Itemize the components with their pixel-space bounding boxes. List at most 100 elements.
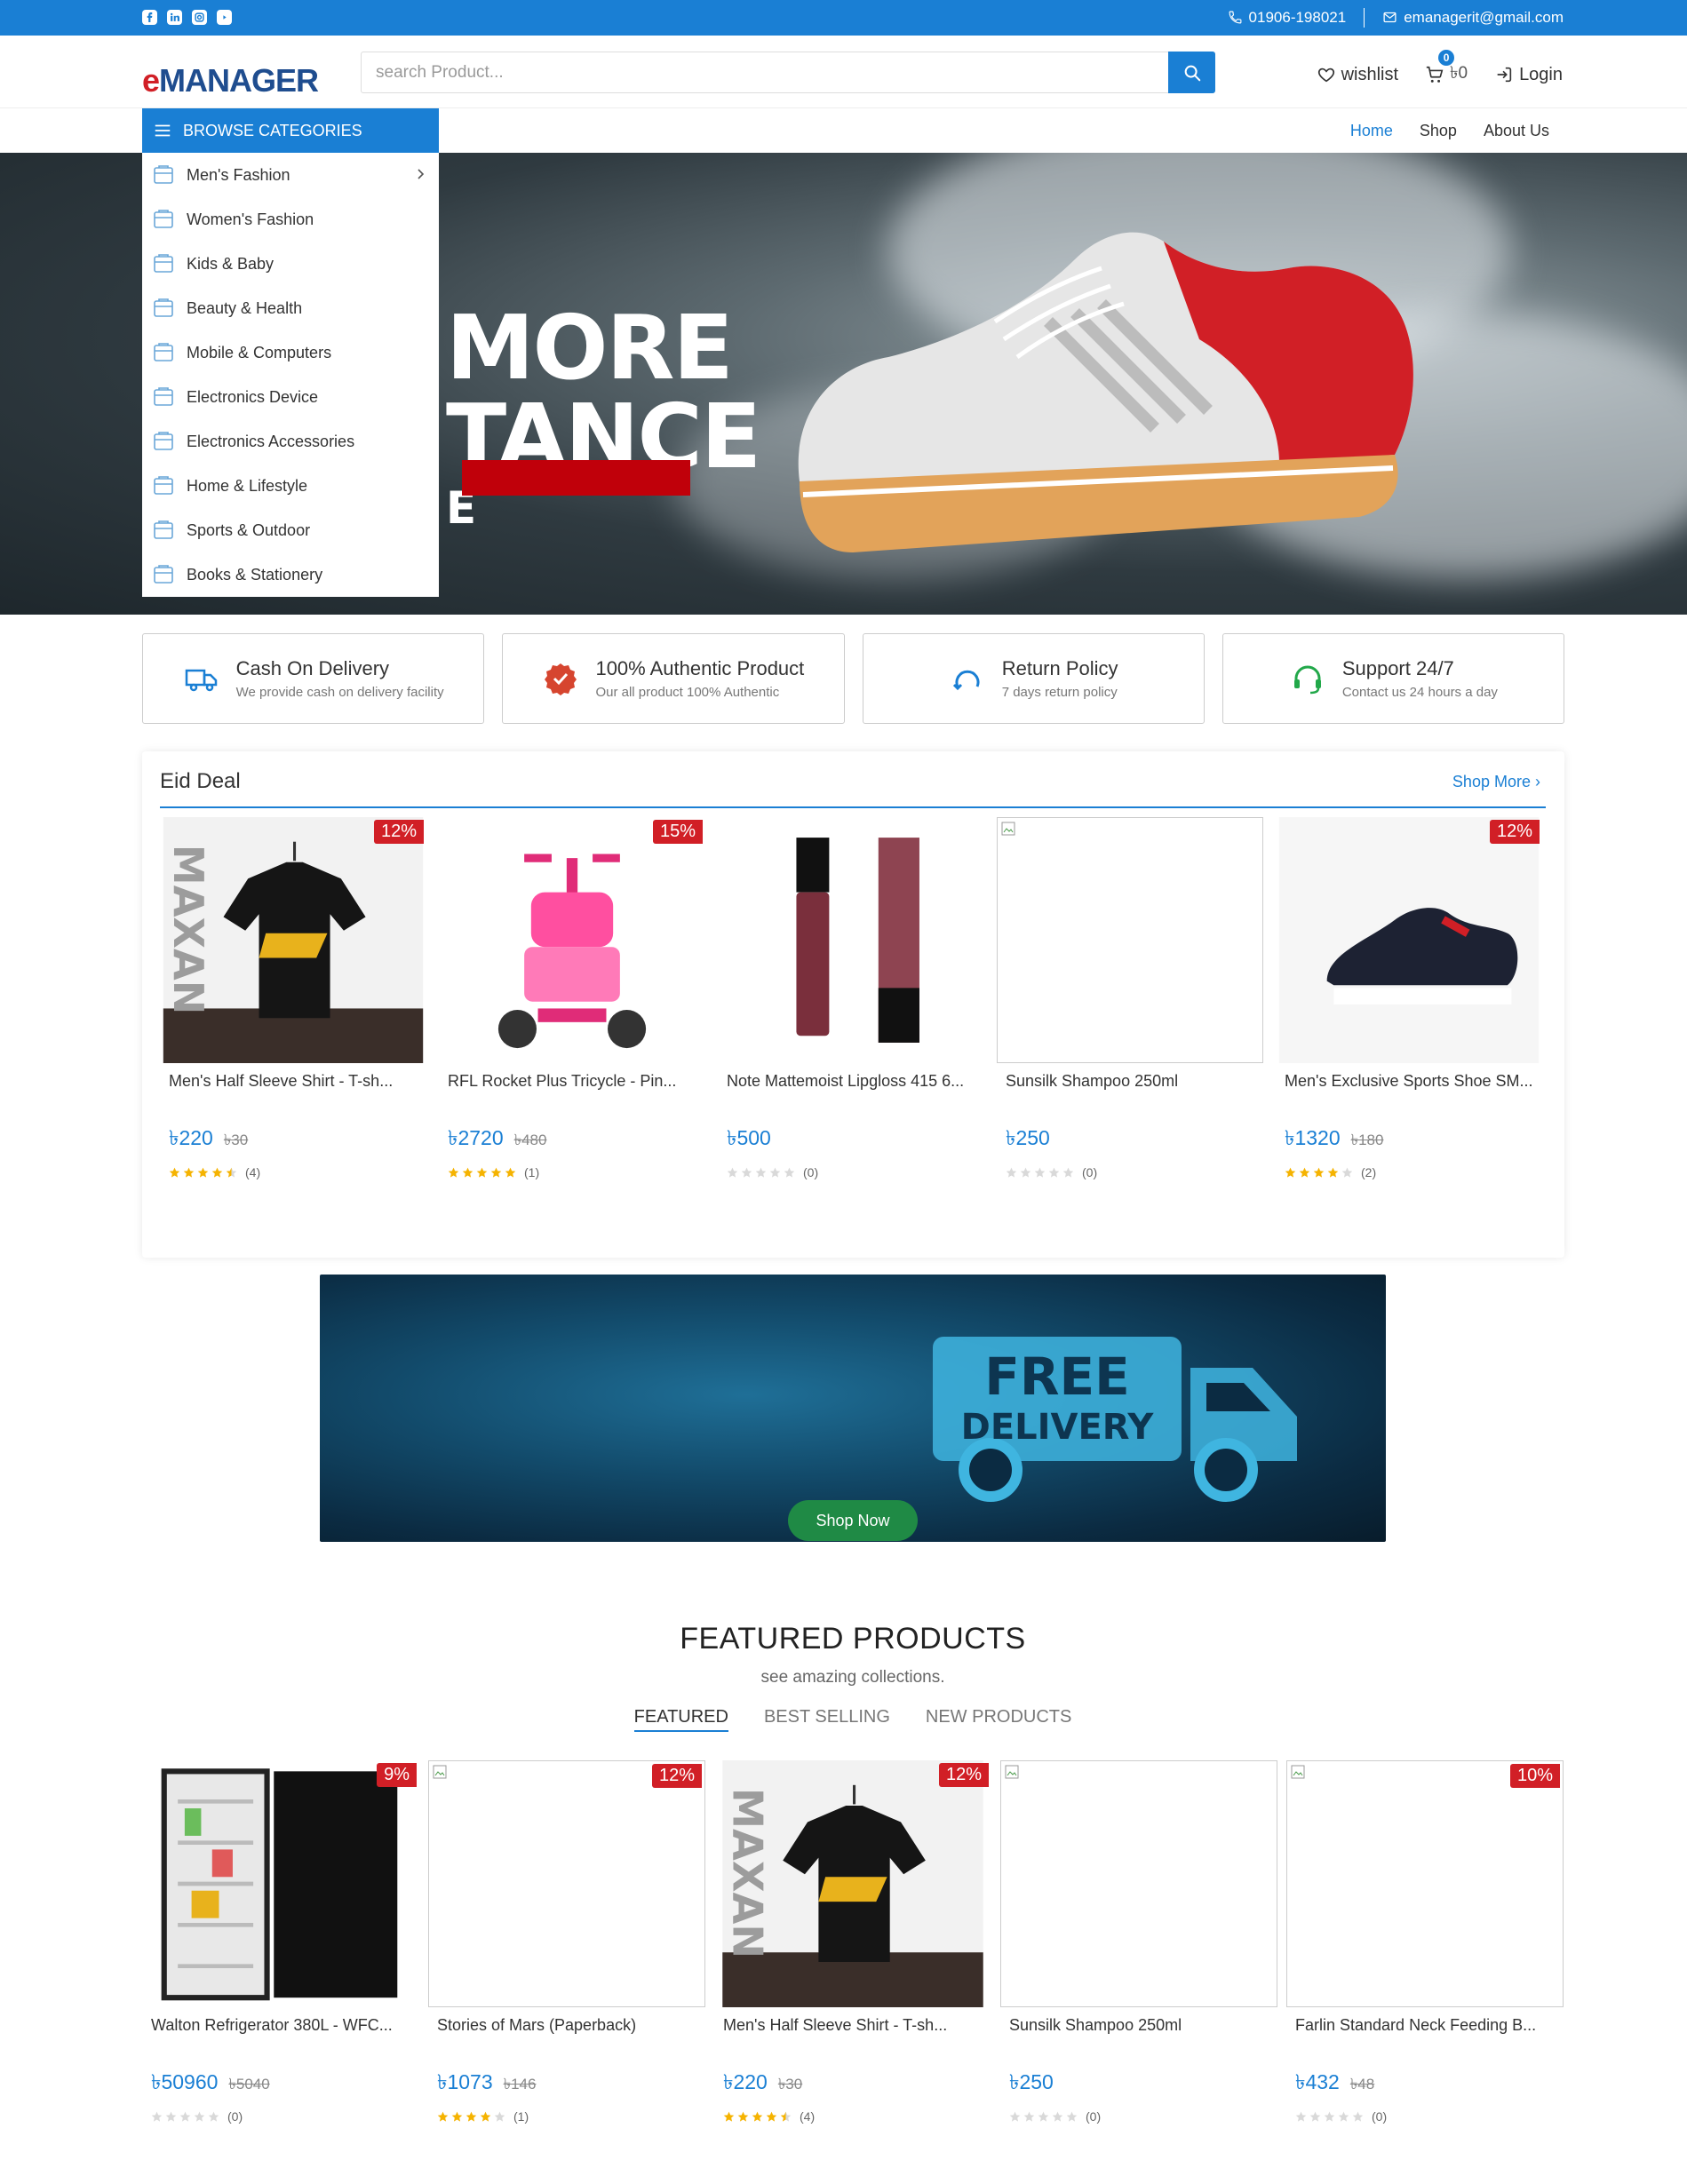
category-item[interactable]: Kids & Baby bbox=[142, 242, 439, 286]
old-price: ৳180 bbox=[1350, 1132, 1384, 1148]
star-icon bbox=[211, 1167, 223, 1178]
product-image[interactable]: MAXAN 12% bbox=[714, 1760, 991, 2007]
delivery-truck-icon bbox=[185, 669, 217, 692]
verified-badge-icon bbox=[545, 663, 577, 695]
promo-word-delivery: DELIVERY bbox=[961, 1407, 1155, 1448]
category-label: Mobile & Computers bbox=[187, 343, 332, 361]
category-item[interactable]: Beauty & Health bbox=[142, 286, 439, 330]
product-price: ৳250 bbox=[1006, 1126, 1050, 1149]
product-name[interactable]: Stories of Mars (Paperback) bbox=[428, 2014, 705, 2059]
old-price: ৳5040 bbox=[228, 2076, 270, 2093]
product-name[interactable]: Farlin Standard Neck Feeding B... bbox=[1286, 2014, 1564, 2059]
category-item[interactable]: Electronics Device bbox=[142, 375, 439, 419]
star-rating: (0) bbox=[142, 2109, 419, 2124]
category-icon bbox=[151, 518, 176, 543]
category-icon bbox=[151, 296, 176, 321]
section-title: Eid Deal bbox=[160, 769, 241, 793]
nav-about[interactable]: About Us bbox=[1484, 122, 1549, 140]
product-card[interactable]: Sunsilk Shampoo 250ml ৳250 (0) bbox=[997, 817, 1263, 1179]
category-label: Men's Fashion bbox=[187, 165, 290, 184]
facebook-icon[interactable] bbox=[142, 10, 157, 25]
category-icon bbox=[151, 163, 176, 187]
broken-image-icon[interactable]: 12% bbox=[428, 1760, 705, 2007]
tab-new-products[interactable]: NEW PRODUCTS bbox=[926, 1707, 1071, 1732]
instagram-icon[interactable] bbox=[192, 10, 207, 25]
wishlist-link[interactable]: wishlist bbox=[1317, 65, 1398, 85]
broken-image-icon bbox=[1005, 1765, 1019, 1779]
feature-authentic: 100% Authentic Product Our all product 10… bbox=[502, 633, 845, 724]
category-icon bbox=[151, 562, 176, 587]
product-card[interactable]: MAXAN 12% Men's Half Sleeve Shirt - T-sh..… bbox=[714, 1760, 991, 2124]
cart-link[interactable]: 0 ৳0 bbox=[1425, 50, 1468, 89]
broken-image-icon[interactable]: 10% bbox=[1286, 1760, 1564, 2007]
product-image[interactable]: MAXAN 12% bbox=[160, 817, 426, 1063]
product-image[interactable]: 12% bbox=[1276, 817, 1542, 1063]
email-contact[interactable]: emanagerit@gmail.com bbox=[1382, 9, 1564, 27]
shop-now-button[interactable]: Shop Now bbox=[788, 1500, 918, 1541]
product-price: ৳220 bbox=[169, 1126, 213, 1149]
category-icon bbox=[151, 207, 176, 232]
category-item[interactable]: Electronics Accessories bbox=[142, 419, 439, 464]
product-card[interactable]: 10% Farlin Standard Neck Feeding B... ৳432… bbox=[1286, 1760, 1564, 2124]
product-name[interactable]: RFL Rocket Plus Tricycle - Pin... bbox=[439, 1070, 705, 1115]
headset-icon bbox=[1293, 665, 1321, 695]
star-rating: (0) bbox=[997, 1165, 1263, 1179]
login-label: Login bbox=[1519, 64, 1563, 84]
product-name[interactable]: Men's Half Sleeve Shirt - T-sh... bbox=[160, 1070, 426, 1115]
star-icon bbox=[151, 2111, 163, 2122]
star-icon bbox=[727, 1167, 738, 1178]
product-card[interactable]: 12% Stories of Mars (Paperback) ৳1073 ৳146 (… bbox=[428, 1760, 705, 2124]
tab-best-selling[interactable]: BEST SELLING bbox=[764, 1707, 890, 1732]
category-item[interactable]: Books & Stationery bbox=[142, 552, 439, 597]
category-item[interactable]: Sports & Outdoor bbox=[142, 508, 439, 552]
tab-featured[interactable]: FEATURED bbox=[633, 1707, 728, 1732]
product-name[interactable]: Men's Exclusive Sports Shoe SM... bbox=[1276, 1070, 1542, 1115]
product-card[interactable]: MAXAN 12% Men's Half Sleeve Shirt - T-sh..… bbox=[160, 817, 426, 1179]
login-icon bbox=[1497, 67, 1512, 83]
product-card[interactable]: 9% Walton Refrigerator 380L - WFC... ৳5096… bbox=[142, 1760, 419, 2124]
star-icon bbox=[183, 1167, 195, 1178]
linkedin-icon[interactable] bbox=[167, 10, 182, 25]
category-item[interactable]: Men's Fashion bbox=[142, 153, 439, 197]
category-item[interactable]: Mobile & Computers bbox=[142, 330, 439, 375]
eid-deal-section: Eid Deal Shop More › MAXAN 12% Men's Half … bbox=[142, 751, 1564, 1258]
category-item[interactable]: Home & Lifestyle bbox=[142, 464, 439, 508]
product-name[interactable]: Sunsilk Shampoo 250ml bbox=[1000, 2014, 1277, 2059]
product-price: ৳1320 bbox=[1285, 1126, 1341, 1149]
product-image[interactable]: 9% bbox=[142, 1760, 419, 2007]
product-name[interactable]: Men's Half Sleeve Shirt - T-sh... bbox=[714, 2014, 991, 2059]
browse-categories-button[interactable]: BROWSE CATEGORIES bbox=[142, 108, 439, 153]
discount-badge: 12% bbox=[373, 820, 424, 844]
nav-shop[interactable]: Shop bbox=[1420, 122, 1457, 140]
broken-image-icon[interactable] bbox=[1000, 1760, 1277, 2007]
free-delivery-banner[interactable]: FREE DELIVERY Shop Now bbox=[320, 1275, 1386, 1542]
phone-contact[interactable]: 01906-198021 bbox=[1228, 9, 1346, 27]
star-icon bbox=[448, 1167, 459, 1178]
broken-image-icon[interactable] bbox=[997, 817, 1263, 1063]
category-label: Women's Fashion bbox=[187, 210, 314, 228]
product-card[interactable]: 15% RFL Rocket Plus Tricycle - Pin... ৳272… bbox=[439, 817, 705, 1179]
product-name[interactable]: Walton Refrigerator 380L - WFC... bbox=[142, 2014, 419, 2059]
youtube-icon[interactable] bbox=[217, 10, 232, 25]
search-input[interactable] bbox=[362, 52, 1168, 92]
star-icon bbox=[1352, 2111, 1364, 2122]
star-rating: (0) bbox=[1286, 2109, 1564, 2124]
product-card[interactable]: 12% Men's Exclusive Sports Shoe SM... ৳132… bbox=[1276, 817, 1542, 1179]
login-link[interactable]: Login bbox=[1494, 65, 1563, 85]
site-logo[interactable]: eMANAGER bbox=[142, 62, 319, 99]
search-button[interactable] bbox=[1168, 52, 1215, 93]
product-card[interactable]: Note Mattemoist Lipgloss 415 6... ৳500 (0) bbox=[718, 817, 984, 1179]
product-name[interactable]: Sunsilk Shampoo 250ml bbox=[997, 1070, 1263, 1115]
featured-title: FEATURED PRODUCTS bbox=[680, 1622, 1026, 1656]
product-name[interactable]: Note Mattemoist Lipgloss 415 6... bbox=[718, 1070, 984, 1115]
nav-home[interactable]: Home bbox=[1350, 122, 1393, 140]
price-row: ৳432 ৳48 bbox=[1286, 2066, 1564, 2101]
product-image[interactable] bbox=[718, 817, 984, 1063]
shop-more-link[interactable]: Shop More › bbox=[1452, 773, 1540, 791]
divider bbox=[1364, 8, 1365, 28]
product-image[interactable]: 15% bbox=[439, 817, 705, 1063]
product-card[interactable]: Sunsilk Shampoo 250ml ৳250 (0) bbox=[1000, 1760, 1277, 2124]
category-item[interactable]: Women's Fashion bbox=[142, 197, 439, 242]
category-label: Home & Lifestyle bbox=[187, 476, 308, 495]
star-rating: (0) bbox=[1000, 2109, 1277, 2124]
